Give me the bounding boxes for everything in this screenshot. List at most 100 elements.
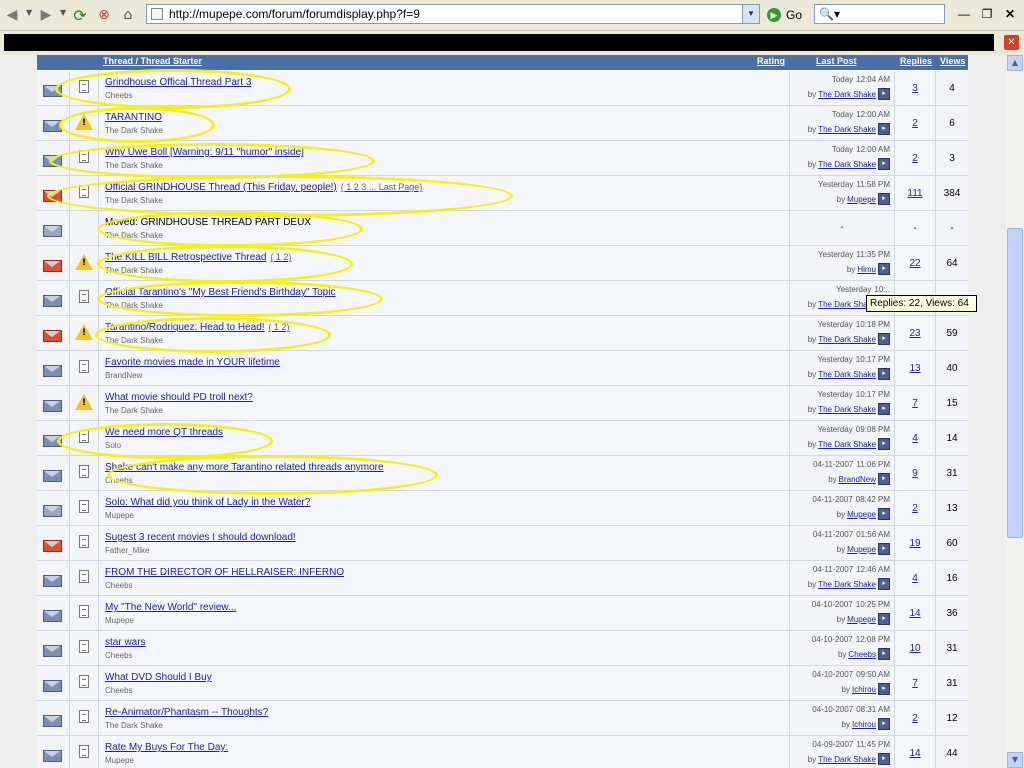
forward-button[interactable]: ▶ <box>36 5 56 25</box>
thread-title-link[interactable]: My "The New World" review... <box>105 602 236 613</box>
last-poster-link[interactable]: BrandNew <box>839 475 876 484</box>
close-window-button[interactable]: ✕ <box>1002 6 1018 22</box>
header-rating[interactable]: Rating <box>757 56 785 66</box>
go-to-last-post-icon[interactable]: ▸ <box>878 543 890 555</box>
reply-count[interactable]: 2 <box>895 118 935 129</box>
reply-count[interactable]: 7 <box>895 398 935 409</box>
header-views[interactable]: Views <box>940 56 965 66</box>
search-input[interactable]: 🔍▾ <box>814 4 945 24</box>
go-to-last-post-icon[interactable]: ▸ <box>878 123 890 135</box>
go-to-last-post-icon[interactable]: ▸ <box>878 438 890 450</box>
go-to-last-post-icon[interactable]: ▸ <box>878 88 890 100</box>
thread-title-link[interactable]: TARANTINO <box>105 112 162 123</box>
back-button[interactable]: ◀ <box>2 5 22 25</box>
reply-count[interactable]: 9 <box>895 468 935 479</box>
scroll-thumb[interactable] <box>1007 228 1023 538</box>
go-to-last-post-icon[interactable]: ▸ <box>878 368 890 380</box>
last-poster-link[interactable]: The Dark Shake <box>818 90 876 99</box>
reply-count[interactable]: 10 <box>895 643 935 654</box>
last-poster-link[interactable]: The Dark Shake <box>818 405 876 414</box>
thread-title-link[interactable]: Shake can't make any more Tarantino rela… <box>105 462 384 473</box>
last-poster-link[interactable]: Mupepe <box>847 510 876 519</box>
last-poster-link[interactable]: The Dark Shake <box>818 755 876 764</box>
thread-title-link[interactable]: Re-Animator/Phantasm -- Thoughts? <box>105 707 268 718</box>
thread-title-link[interactable]: Favorite movies made in YOUR lifetime <box>105 357 280 368</box>
thread-page-links[interactable]: ( 1 2 3 ... Last Page) <box>341 182 423 192</box>
thread-title-link[interactable]: What movie should PD troll next? <box>105 392 253 403</box>
thread-title-link[interactable]: Grindhouse Offical Thread Part 3 <box>105 77 251 88</box>
minimize-button[interactable]: — <box>956 6 972 22</box>
last-poster-link[interactable]: Ichirou <box>852 720 876 729</box>
go-button[interactable]: ▶ Go <box>767 5 802 25</box>
last-poster-link[interactable]: Cheebs <box>848 650 876 659</box>
thread-title-link[interactable]: Tarantino/Rodriquez: Head to Head! ( 1 2) <box>105 322 290 333</box>
refresh-button[interactable]: ⟳ <box>70 5 90 25</box>
stop-button[interactable]: ⊗ <box>94 5 114 25</box>
go-to-last-post-icon[interactable]: ▸ <box>878 263 890 275</box>
vertical-scrollbar[interactable]: ▲ ▼ <box>1006 55 1024 768</box>
address-bar[interactable]: http://mupepe.com/forum/forumdisplay.php… <box>146 4 760 24</box>
last-poster-link[interactable]: The Dark Shake <box>818 160 876 169</box>
last-poster-link[interactable]: The Dark Shake <box>818 370 876 379</box>
home-button[interactable]: ⌂ <box>118 5 138 25</box>
thread-title-link[interactable]: Official Tarantino's "My Best Friend's B… <box>105 287 335 298</box>
thread-title-link[interactable]: Why Uwe Boll [Warning: 9/11 "humor" insi… <box>105 147 304 158</box>
go-to-last-post-icon[interactable]: ▸ <box>878 193 890 205</box>
go-to-last-post-icon[interactable]: ▸ <box>878 158 890 170</box>
reply-count[interactable]: 2 <box>895 713 935 724</box>
reply-count[interactable]: 2 <box>895 503 935 514</box>
thread-title-link[interactable]: Official GRINDHOUSE Thread (This Friday,… <box>105 182 422 193</box>
reply-count[interactable]: 22 <box>895 258 935 269</box>
header-replies[interactable]: Replies <box>900 56 932 66</box>
last-poster-link[interactable]: Mupepe <box>847 615 876 624</box>
forward-history-icon[interactable]: ▼ <box>60 8 66 17</box>
go-to-last-post-icon[interactable]: ▸ <box>878 403 890 415</box>
last-poster-link[interactable]: The Dark Shake <box>818 125 876 134</box>
go-to-last-post-icon[interactable]: ▸ <box>878 683 890 695</box>
scroll-up-button[interactable]: ▲ <box>1007 55 1023 71</box>
last-poster-link[interactable]: The Dark Shake <box>818 440 876 449</box>
reply-count[interactable]: 4 <box>895 573 935 584</box>
thread-title-link[interactable]: FROM THE DIRECTOR OF HELLRAISER: INFERNO <box>105 567 344 578</box>
reply-count[interactable]: 23 <box>895 328 935 339</box>
reply-count[interactable]: 111 <box>895 188 935 199</box>
thread-title-link[interactable]: Solo: What did you think of Lady in the … <box>105 497 310 508</box>
go-to-last-post-icon[interactable]: ▸ <box>878 473 890 485</box>
go-to-last-post-icon[interactable]: ▸ <box>878 613 890 625</box>
address-dropdown-icon[interactable]: ▼ <box>742 5 759 23</box>
go-to-last-post-icon[interactable]: ▸ <box>878 753 890 765</box>
thread-title-link[interactable]: Moved: GRINDHOUSE THREAD PART DEUX <box>105 217 311 228</box>
restore-button[interactable]: ❐ <box>979 6 995 22</box>
reply-count[interactable]: 14 <box>895 748 935 759</box>
last-poster-link[interactable]: The Dark Shake <box>818 580 876 589</box>
scroll-down-button[interactable]: ▼ <box>1007 752 1023 768</box>
thread-title-link[interactable]: Sugest 3 recent movies I should download… <box>105 532 296 543</box>
go-to-last-post-icon[interactable]: ▸ <box>878 333 890 345</box>
thread-title-link[interactable]: The KILL BILL Retrospective Thread( 1 2) <box>105 252 291 263</box>
last-poster-link[interactable]: Ichirou <box>852 685 876 694</box>
go-to-last-post-icon[interactable]: ▸ <box>878 648 890 660</box>
reply-count[interactable]: 2 <box>895 153 935 164</box>
go-to-last-post-icon[interactable]: ▸ <box>878 508 890 520</box>
thread-title-link[interactable]: What DVD Should I Buy <box>105 672 212 683</box>
thread-title-link[interactable]: We need more QT threads <box>105 427 223 438</box>
thread-page-links[interactable]: ( 1 2) <box>270 252 291 262</box>
header-last-post[interactable]: Last Post <box>816 56 857 66</box>
last-poster-link[interactable]: Mupepe <box>847 545 876 554</box>
reply-count[interactable]: 7 <box>895 678 935 689</box>
thread-title-link[interactable]: star wars <box>105 637 146 648</box>
go-to-last-post-icon[interactable]: ▸ <box>878 578 890 590</box>
reply-count[interactable]: 19 <box>895 538 935 549</box>
reply-count[interactable]: 3 <box>895 83 935 94</box>
header-thread[interactable]: Thread / Thread Starter <box>103 56 202 66</box>
last-poster-link[interactable]: Himu <box>857 265 876 274</box>
thread-title-link[interactable]: Rate My Buys For The Day: <box>105 742 228 753</box>
close-bar-button[interactable]: ✕ <box>1004 35 1019 50</box>
thread-page-links[interactable]: ( 1 2) <box>269 322 290 332</box>
go-to-last-post-icon[interactable]: ▸ <box>878 718 890 730</box>
reply-count[interactable]: 14 <box>895 608 935 619</box>
reply-count[interactable]: 13 <box>895 363 935 374</box>
last-poster-link[interactable]: Mupepe <box>847 195 876 204</box>
back-history-icon[interactable]: ▼ <box>26 8 32 17</box>
reply-count[interactable]: 4 <box>895 433 935 444</box>
